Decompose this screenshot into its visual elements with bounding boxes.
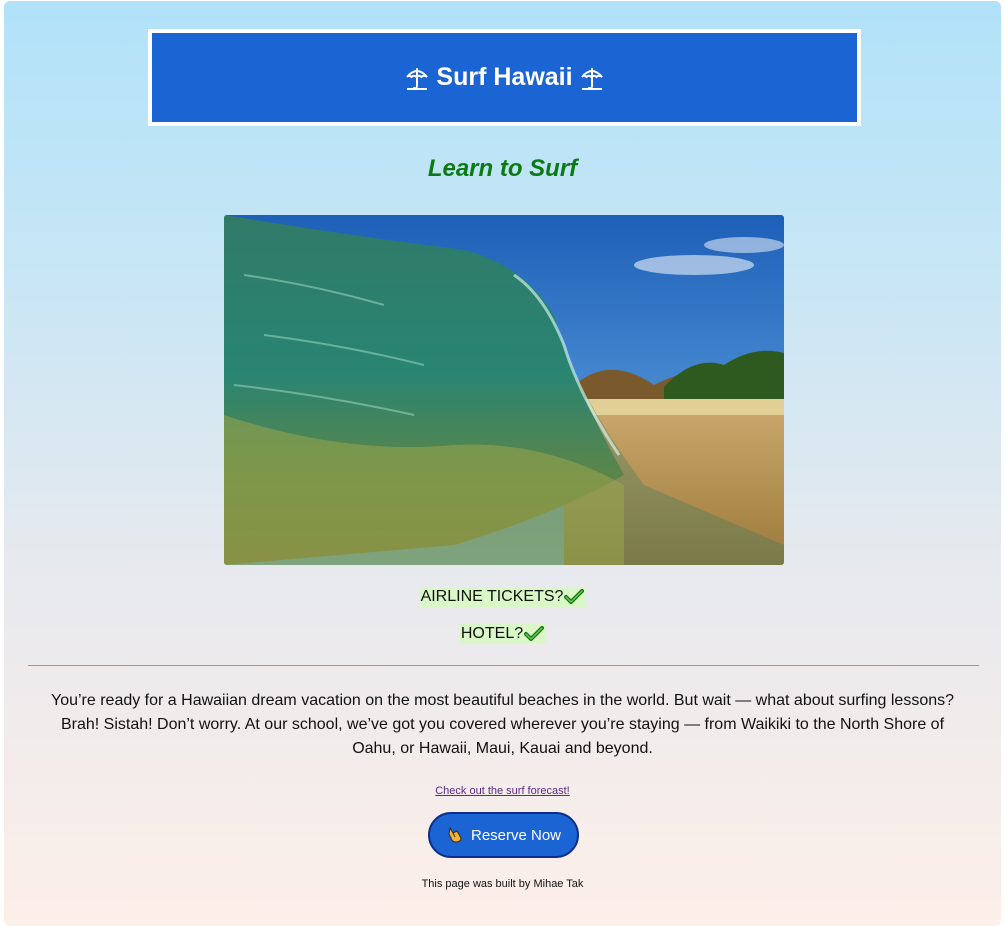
checklist-item-airline: AIRLINE TICKETS? xyxy=(4,587,1001,607)
description-paragraph: You’re ready for a Hawaiian dream vacati… xyxy=(50,692,955,757)
hero-wave-image xyxy=(224,215,784,565)
site-title: Surf Hawaii xyxy=(436,63,573,91)
checklist-label-hotel: HOTEL? xyxy=(460,625,524,642)
forecast-link-row: Check out the surf forecast! xyxy=(4,785,1001,797)
section-divider xyxy=(28,665,979,666)
checklist-item-hotel: HOTEL? xyxy=(4,624,1001,644)
checklist-label-airline: AIRLINE TICKETS? xyxy=(420,588,564,605)
check-icon xyxy=(524,626,545,642)
site-header: Surf Hawaii xyxy=(148,29,861,126)
reserve-now-label: Reserve Now xyxy=(470,826,562,844)
beach-umbrella-icon xyxy=(404,65,430,91)
footer-credit: This page was built by Mihae Tak xyxy=(421,878,584,890)
reserve-now-button[interactable]: Reserve Now xyxy=(428,812,579,858)
call-me-hand-icon xyxy=(446,826,464,844)
page-background: Surf Hawaii Learn to Surf AIRLINE TICKET… xyxy=(4,1,1001,926)
beach-umbrella-icon xyxy=(579,65,605,91)
page-subtitle: Learn to Surf xyxy=(427,155,578,182)
check-icon xyxy=(564,589,585,605)
surf-forecast-link[interactable]: Check out the surf forecast! xyxy=(435,785,570,797)
